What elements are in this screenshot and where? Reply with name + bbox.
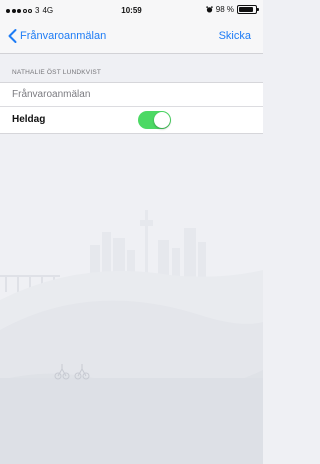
battery-percent: 98 % [215,5,234,14]
battery-fill [239,7,253,12]
allday-label: Heldag [12,114,46,125]
toggle-knob [154,112,170,128]
chevron-left-icon [8,29,17,43]
navigation-bar: Frånvaroanmälan Skicka [0,20,263,54]
city-landscape-illustration [0,210,263,464]
title-field[interactable]: Frånvaroanmälan [0,83,263,107]
status-bar: 3 4G 10:59 98 % [0,0,263,20]
allday-toggle[interactable] [138,111,171,129]
battery-icon [237,5,259,14]
back-button[interactable]: Frånvaroanmälan [6,28,106,44]
alarm-icon [206,6,213,13]
back-label: Frånvaroanmälan [20,30,107,42]
allday-row: Heldag [0,107,263,133]
battery-tip [257,8,259,11]
form-group: Frånvaroanmälan Heldag [0,82,263,134]
status-right: 98 % [206,5,259,14]
send-button[interactable]: Skicka [219,30,251,42]
section-header: NATHALIE ÖST LUNDKVIST [12,69,102,76]
